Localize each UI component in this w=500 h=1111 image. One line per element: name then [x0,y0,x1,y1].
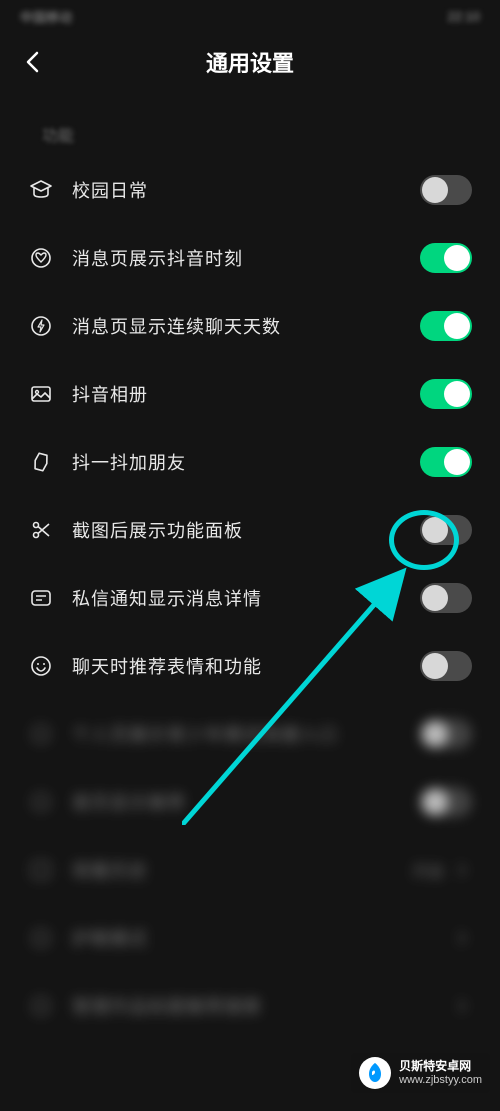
toggle-switch[interactable] [420,447,472,477]
setting-blurred[interactable]: 观看历史 开启 [22,836,478,904]
setting-label: 抖一抖加朋友 [72,449,420,475]
setting-label: 聊天时推荐表情和功能 [72,653,420,679]
blurred-icon [28,993,54,1019]
setting-chat-days[interactable]: 消息页显示连续聊天天数 [22,292,478,360]
toggle-switch[interactable] [420,311,472,341]
blurred-icon [28,857,54,883]
watermark-name: 贝斯特安卓网 [399,1059,482,1073]
setting-blurred[interactable]: 首页显示推荐 [22,768,478,836]
setting-label: 抖音相册 [72,381,420,407]
setting-shake-friend[interactable]: 抖一抖加朋友 [22,428,478,496]
settings-list: 校园日常 消息页展示抖音时刻 消息页显示连续聊天天数 抖音相册 抖一抖加朋友 [0,156,500,1040]
setting-dm-detail[interactable]: 私信通知显示消息详情 [22,564,478,632]
setting-label: 护眼模式 [72,925,452,951]
watermark-logo-icon [359,1057,391,1089]
shake-icon [28,449,54,475]
setting-label: 校园日常 [72,177,420,203]
heart-circle-icon [28,245,54,271]
blurred-icon [28,721,54,747]
chevron-right-icon [452,928,472,948]
status-right: 22:10 [447,9,480,24]
chevron-right-icon [452,996,472,1016]
setting-campus[interactable]: 校园日常 [22,156,478,224]
setting-screenshot-panel[interactable]: 截图后展示功能面板 [22,496,478,564]
toggle-switch[interactable] [420,379,472,409]
blurred-icon [28,925,54,951]
setting-label: 个人页展示青少年模式快捷入口 [72,721,420,747]
watermark-url: www.zjbstyy.com [399,1074,482,1087]
setting-value: 开启 [412,858,444,882]
setting-label: 管理作品标题推荐搜索 [72,993,452,1019]
header: 通用设置 [0,32,500,92]
toggle-switch[interactable] [420,515,472,545]
lightning-icon [28,313,54,339]
back-button[interactable] [20,50,44,74]
setting-douyin-moment[interactable]: 消息页展示抖音时刻 [22,224,478,292]
setting-label: 消息页显示连续聊天天数 [72,313,420,339]
toggle-switch[interactable] [420,243,472,273]
section-label: 功能 [0,92,500,156]
emoji-icon [28,653,54,679]
setting-blurred[interactable]: 管理作品标题推荐搜索 [22,972,478,1040]
image-icon [28,381,54,407]
watermark: 贝斯特安卓网 www.zjbstyy.com [351,1053,490,1093]
setting-emoji-suggest[interactable]: 聊天时推荐表情和功能 [22,632,478,700]
setting-label: 截图后展示功能面板 [72,517,420,543]
blurred-icon [28,789,54,815]
status-left: 中国移动 [20,7,72,26]
page-title: 通用设置 [0,46,500,78]
setting-douyin-album[interactable]: 抖音相册 [22,360,478,428]
toggle-switch[interactable] [420,719,472,749]
scissors-icon [28,517,54,543]
toggle-switch[interactable] [420,787,472,817]
toggle-switch[interactable] [420,175,472,205]
setting-blurred[interactable]: 个人页展示青少年模式快捷入口 [22,700,478,768]
setting-label: 首页显示推荐 [72,789,420,815]
toggle-switch[interactable] [420,651,472,681]
setting-label: 观看历史 [72,857,412,883]
setting-label: 消息页展示抖音时刻 [72,245,420,271]
setting-blurred[interactable]: 护眼模式 [22,904,478,972]
chevron-left-icon [25,51,39,73]
chevron-right-icon [452,860,472,880]
setting-label: 私信通知显示消息详情 [72,585,420,611]
toggle-switch[interactable] [420,583,472,613]
graduation-icon [28,177,54,203]
message-icon [28,585,54,611]
